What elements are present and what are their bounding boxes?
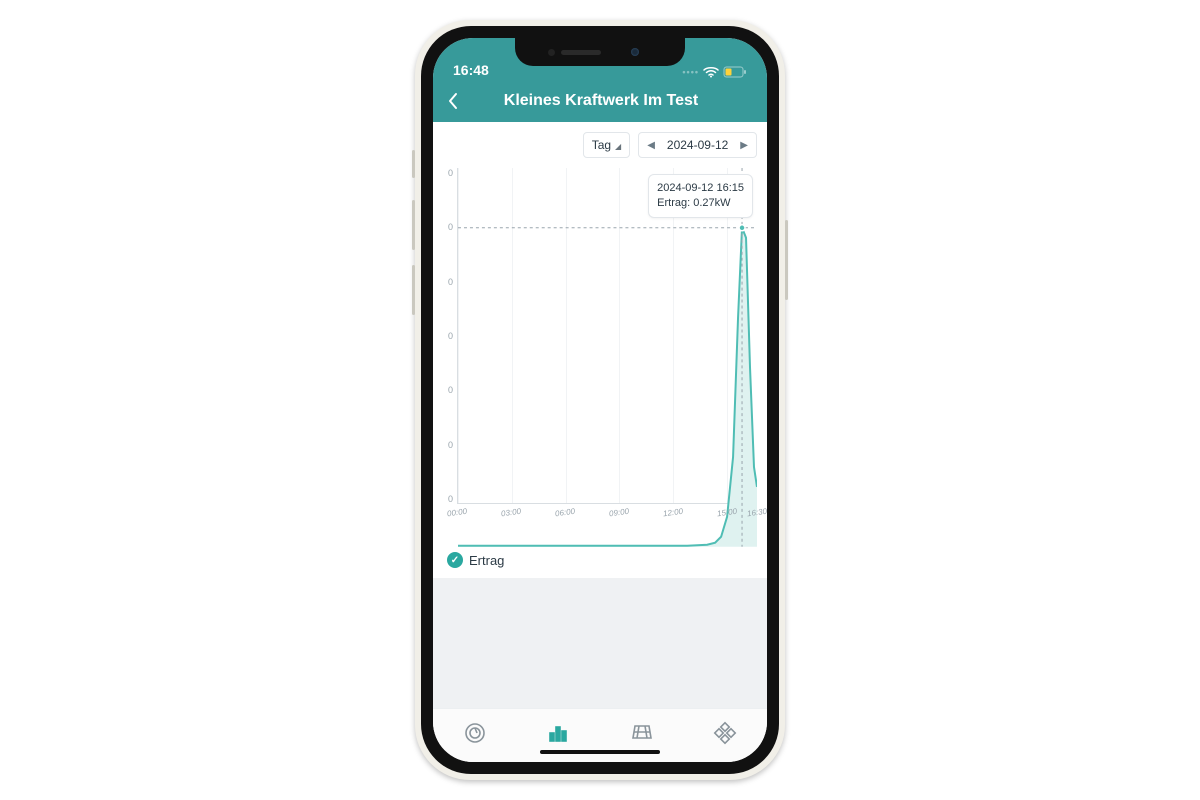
plot-area: 2024-09-12 16:15 Ertrag: 0.27kW xyxy=(457,168,757,504)
dropdown-triangle-icon: ◢ xyxy=(615,142,621,151)
app-header: Kleines Kraftwerk Im Test xyxy=(433,80,767,122)
wifi-icon xyxy=(703,66,719,78)
range-label: Tag xyxy=(592,138,611,152)
tooltip-time: 2024-09-12 16:15 xyxy=(657,181,744,196)
empty-space xyxy=(433,578,767,708)
date-prev-button[interactable]: ◀ xyxy=(647,140,655,151)
bar-chart-icon xyxy=(546,721,570,745)
phone-notch xyxy=(515,38,685,66)
gauge-icon xyxy=(463,721,487,745)
legend-label: Ertrag xyxy=(469,553,504,568)
page-title: Kleines Kraftwerk Im Test xyxy=(449,92,753,110)
series-line xyxy=(458,168,757,547)
solar-panel-icon xyxy=(630,721,654,745)
tab-gauge[interactable] xyxy=(461,719,489,747)
status-time: 16:48 xyxy=(453,62,505,78)
home-indicator[interactable] xyxy=(540,750,660,754)
tab-more[interactable] xyxy=(711,719,739,747)
x-axis-labels: 00:00 03:00 06:00 09:00 12:00 15:00 16:3… xyxy=(457,508,757,522)
tab-chart[interactable] xyxy=(544,719,572,747)
tooltip-value: Ertrag: 0.27kW xyxy=(657,196,744,211)
chart-tooltip: 2024-09-12 16:15 Ertrag: 0.27kW xyxy=(648,174,753,218)
legend-check-icon: ✓ xyxy=(447,552,463,568)
date-value[interactable]: 2024-09-12 xyxy=(667,138,728,152)
tiles-icon xyxy=(713,721,737,745)
chart[interactable]: 0 0 0 0 0 0 0 xyxy=(433,164,767,542)
date-stepper: ◀ 2024-09-12 ▶ xyxy=(638,132,757,158)
date-next-button[interactable]: ▶ xyxy=(740,140,748,151)
y-axis-labels: 0 0 0 0 0 0 0 xyxy=(437,168,453,504)
cell-signal-icon: •••• xyxy=(682,67,699,77)
chart-toolbar: Tag ◢ ◀ 2024-09-12 ▶ xyxy=(433,122,767,164)
range-selector[interactable]: Tag ◢ xyxy=(583,132,631,158)
chart-legend[interactable]: ✓ Ertrag xyxy=(433,542,767,578)
battery-icon xyxy=(723,66,747,78)
tab-panels[interactable] xyxy=(628,719,656,747)
